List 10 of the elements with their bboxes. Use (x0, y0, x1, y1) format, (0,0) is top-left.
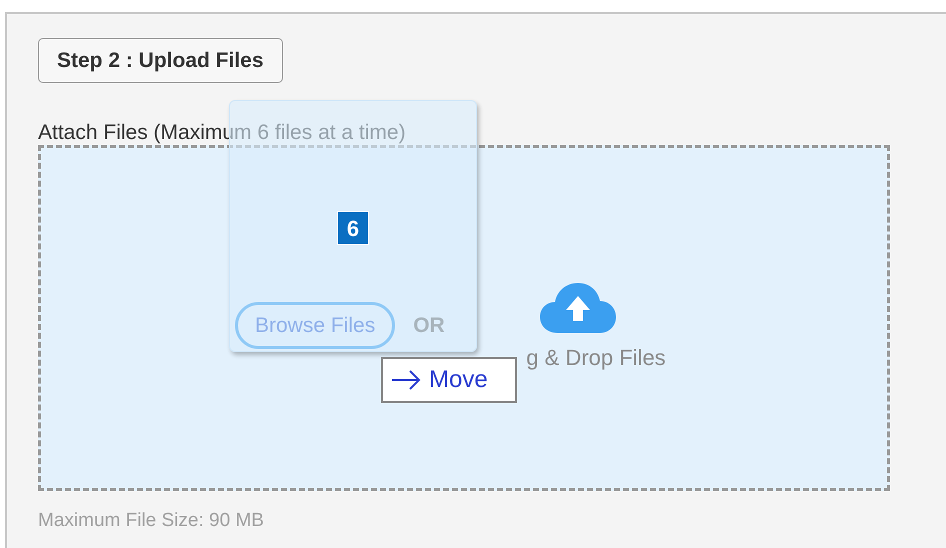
drop-files-text: g & Drop Files (526, 344, 666, 372)
max-file-size-text: Maximum File Size: 90 MB (38, 509, 265, 533)
attach-label: Attach Files (Maximum 6 files at a time) (38, 121, 407, 145)
file-count-badge: 6 (337, 211, 369, 245)
cloud-upload-icon (540, 282, 616, 334)
move-text: Move (429, 365, 488, 395)
step-button[interactable]: Step 2 : Upload Files (38, 38, 283, 83)
browse-files-button[interactable]: Browse Files (235, 302, 396, 349)
right-arrow-icon (391, 370, 421, 390)
or-text: OR (413, 312, 445, 339)
